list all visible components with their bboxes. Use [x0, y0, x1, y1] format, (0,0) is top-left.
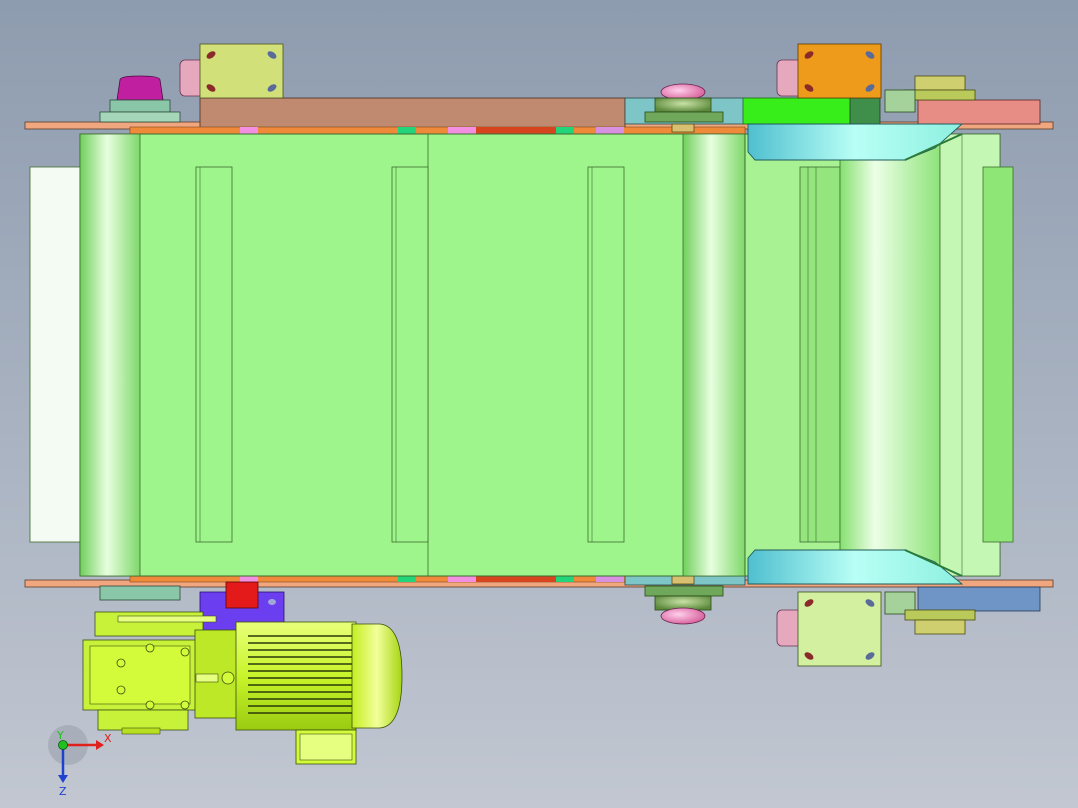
- bottom-right-bracket[interactable]: [776, 591, 882, 667]
- top-side-plate: [199, 97, 626, 129]
- red-coupling-block: [225, 581, 259, 609]
- motor-fan-cover: [351, 623, 403, 729]
- conveyor-belt[interactable]: [29, 133, 746, 577]
- bottom-blue-bar: [917, 586, 1041, 612]
- top-left-bearing[interactable]: [99, 75, 181, 123]
- belt-cleat: [195, 166, 233, 543]
- belt-cleat: [391, 166, 429, 543]
- y-axis-label: Y: [56, 729, 64, 742]
- discharge-section[interactable]: [744, 123, 1014, 585]
- bottom-mid-bearing[interactable]: [624, 574, 746, 625]
- top-right-bracket[interactable]: [776, 43, 882, 99]
- tail-end-plate: [29, 166, 83, 543]
- tail-roller: [79, 133, 141, 577]
- discharge-drum: [839, 133, 941, 577]
- model-canvas[interactable]: X Y Z: [0, 0, 1078, 808]
- top-right-pink-bar: [917, 99, 1041, 125]
- top-green-bar: [742, 97, 854, 125]
- cad-viewport[interactable]: X Y Z: [0, 0, 1078, 808]
- gearbox[interactable]: [82, 611, 241, 735]
- head-roller: [682, 133, 746, 577]
- top-left-bracket[interactable]: [179, 43, 284, 99]
- x-axis-label: X: [104, 732, 112, 745]
- z-axis-label: Z: [59, 785, 67, 798]
- belt-cleat: [587, 166, 625, 543]
- orientation-triad: X Y Z: [48, 725, 112, 798]
- electric-motor[interactable]: [235, 621, 403, 765]
